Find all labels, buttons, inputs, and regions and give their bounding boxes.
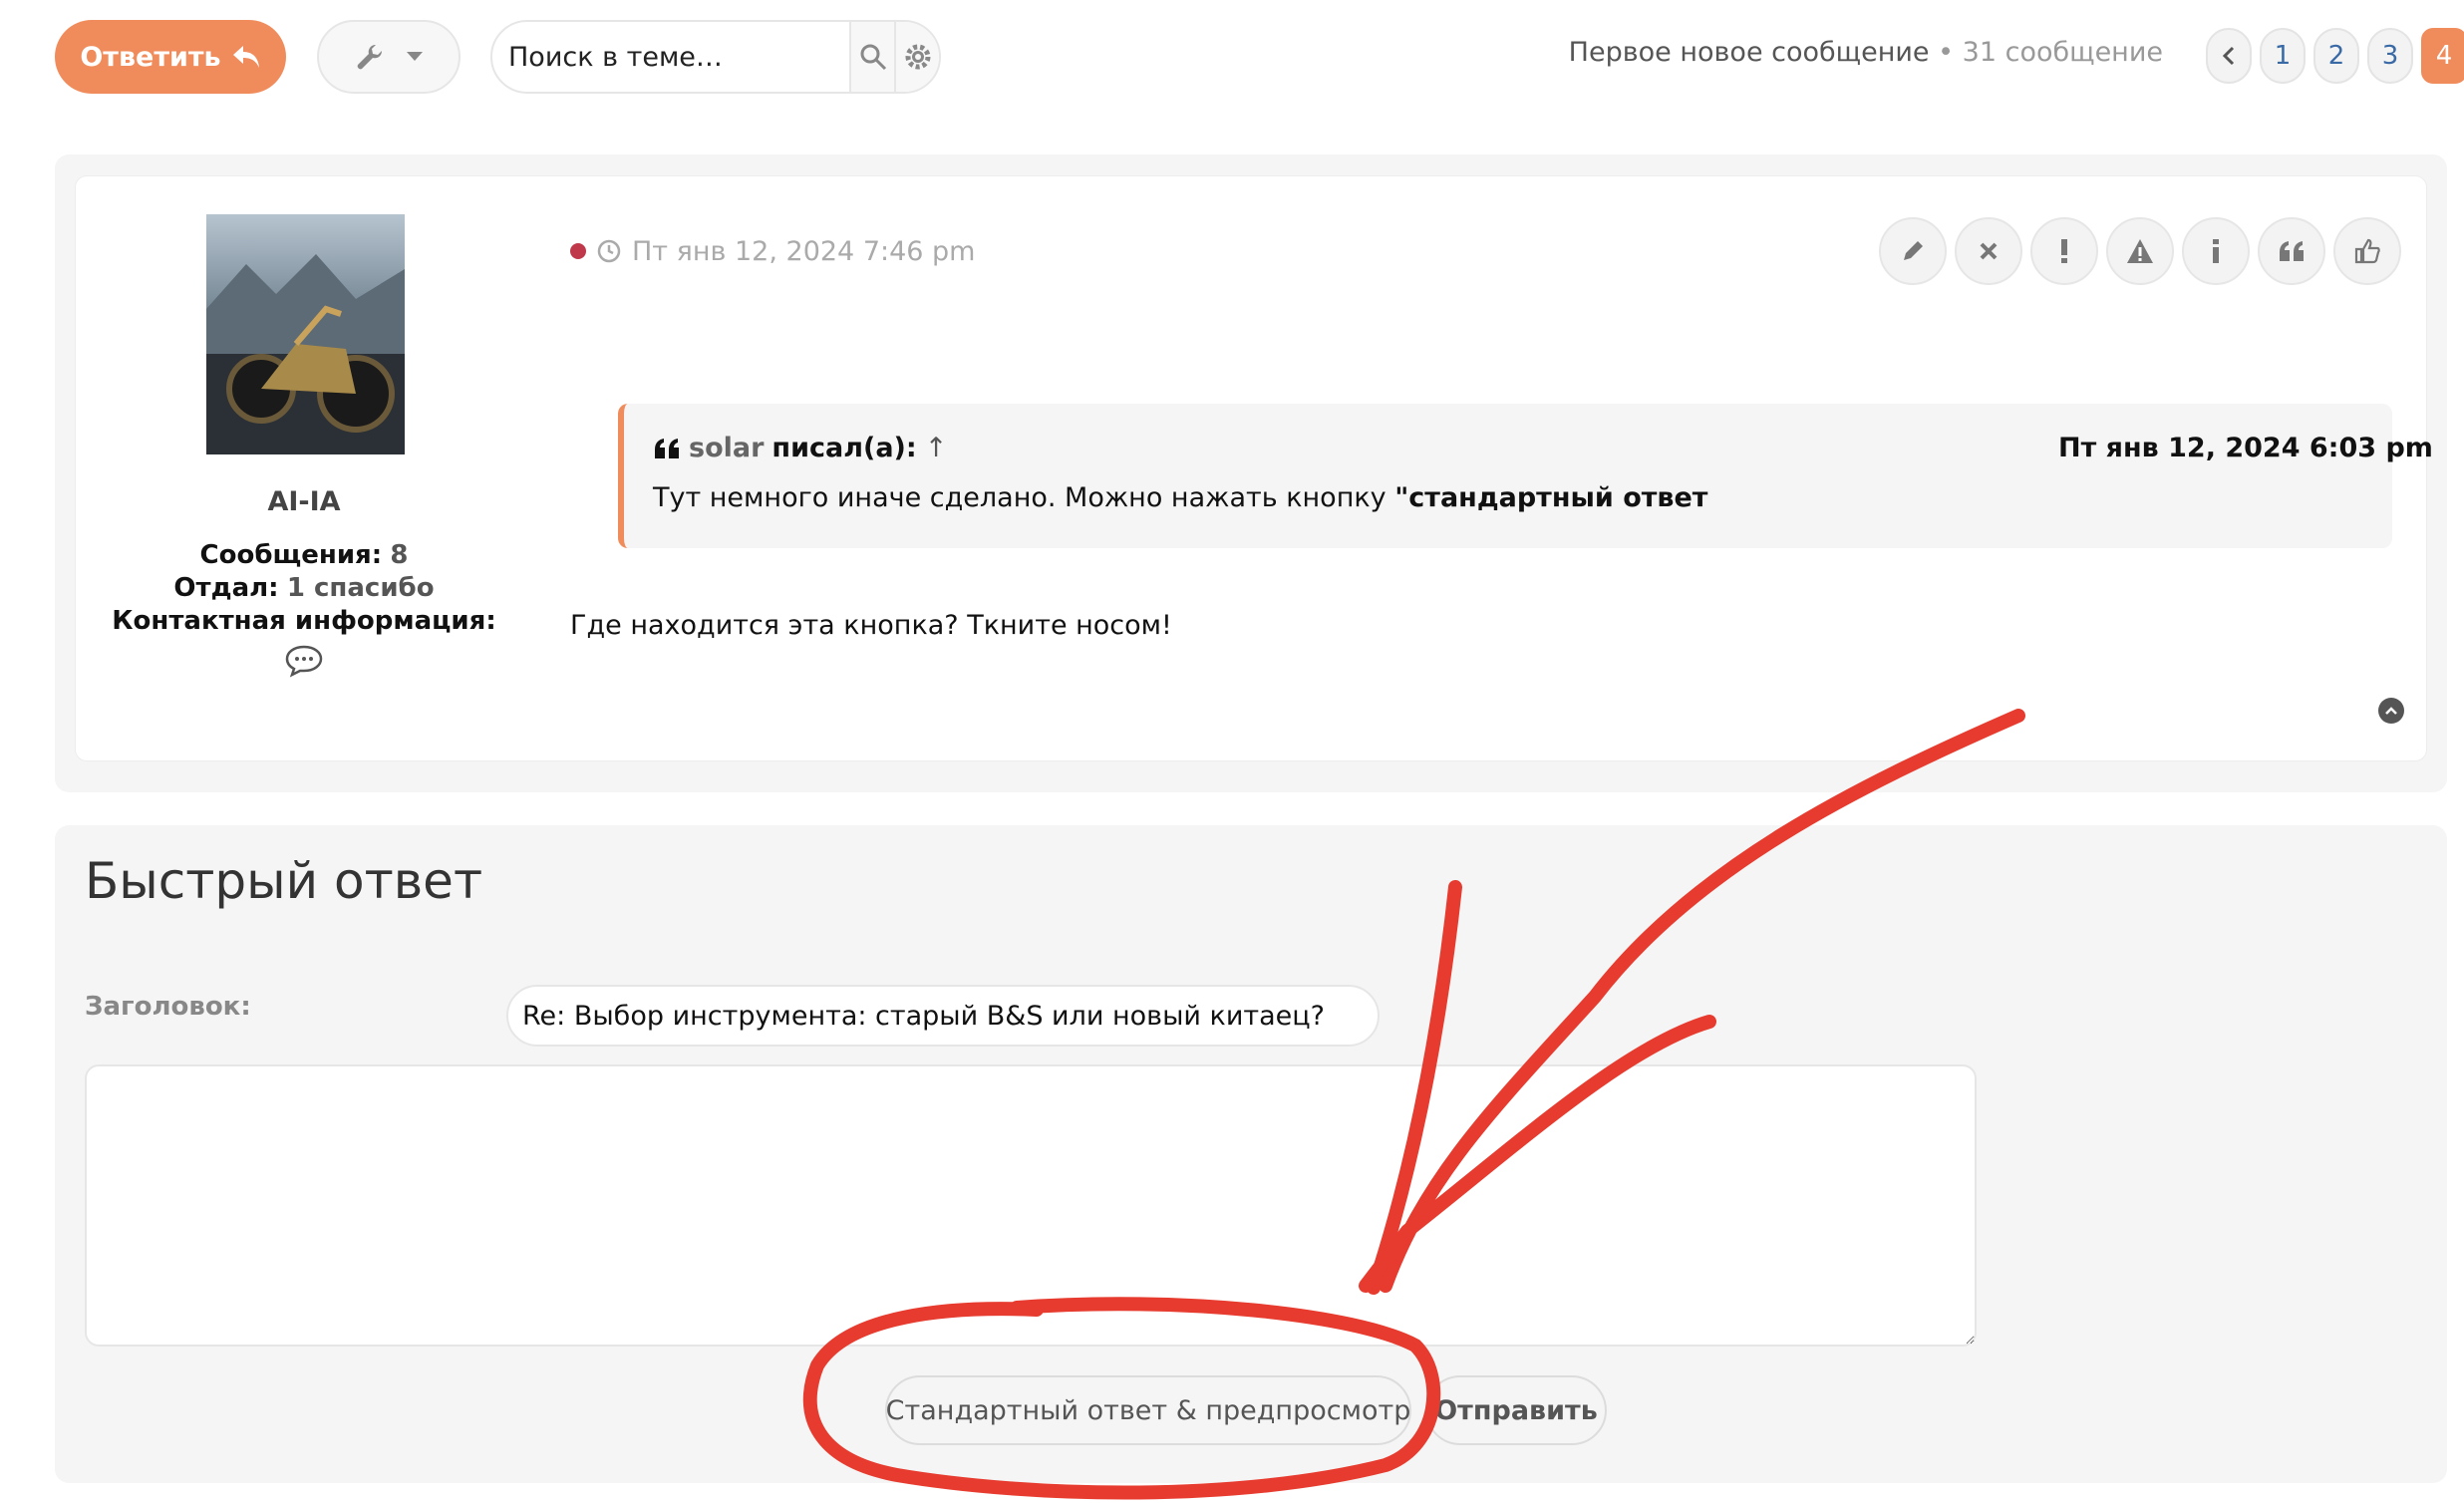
exclamation-icon xyxy=(2061,239,2067,263)
topic-info: Первое новое сообщение • 31 сообщение xyxy=(1535,30,2163,76)
delete-button[interactable] xyxy=(1955,217,2022,285)
thumbs-up-icon xyxy=(2354,238,2380,264)
clock-icon xyxy=(597,239,621,263)
gear-icon xyxy=(905,44,930,70)
quote-text-plain: Тут немного иначе сделано. Можно нажать … xyxy=(653,482,1395,513)
topic-tools-button[interactable] xyxy=(317,20,461,94)
back-to-top-icon[interactable] xyxy=(2378,698,2404,724)
search-icon xyxy=(860,44,886,71)
full-editor-preview-button[interactable]: Стандартный ответ & предпросмотр xyxy=(885,1375,1411,1445)
page-3-link[interactable]: 3 xyxy=(2367,28,2413,84)
pagination: 1 2 3 4 xyxy=(2206,28,2464,84)
chevron-left-icon xyxy=(2222,46,2235,66)
contact-label: Контактная информация: xyxy=(112,606,496,636)
thanks-label: Отдал: xyxy=(173,573,279,603)
quote-text: Тут немного иначе сделано. Можно нажать … xyxy=(653,482,1707,513)
post-body: Где находится эта кнопка? Ткните носом! xyxy=(570,610,1172,641)
page-1-link[interactable]: 1 xyxy=(2260,28,2306,84)
post-actions xyxy=(1879,217,2401,285)
posts-label: Сообщения: xyxy=(199,540,383,570)
previous-page-button[interactable] xyxy=(2206,28,2252,84)
quote-header: solar писал(а): ↑ xyxy=(653,433,947,463)
pencil-icon xyxy=(1904,241,1923,260)
submit-button[interactable]: Отправить xyxy=(1425,1375,1607,1445)
quote-author-link[interactable]: solar xyxy=(689,433,764,463)
quote-block xyxy=(618,404,2392,548)
report-button[interactable] xyxy=(2030,217,2098,285)
warning-icon xyxy=(2127,239,2153,263)
wrench-icon xyxy=(357,44,383,70)
thanks-button[interactable] xyxy=(2333,217,2401,285)
quote-text-bold: "стандартный ответ xyxy=(1394,482,1708,513)
topic-search xyxy=(490,20,941,94)
first-unread-link[interactable]: Первое новое сообщение xyxy=(1569,37,1930,68)
reply-button[interactable]: Ответить xyxy=(55,20,286,94)
author-profile: Сообщения: 8 Отдал: 1 спасибо Контактная… xyxy=(100,539,508,638)
caret-down-icon xyxy=(407,52,423,61)
quick-reply-title: Быстрый ответ xyxy=(85,852,483,910)
search-input[interactable] xyxy=(492,22,849,92)
chat-bubble-icon[interactable] xyxy=(284,644,324,678)
edit-button[interactable] xyxy=(1879,217,1947,285)
post-meta: Пт янв 12, 2024 7:46 pm xyxy=(570,233,975,269)
quote-marks-icon xyxy=(655,438,679,458)
reply-button-label: Ответить xyxy=(80,41,221,73)
warn-button[interactable] xyxy=(2106,217,2174,285)
current-page: 4 xyxy=(2421,28,2464,84)
quote-source-link[interactable]: ↑ xyxy=(925,433,948,463)
subject-label: Заголовок: xyxy=(85,992,251,1022)
info-button[interactable] xyxy=(2182,217,2250,285)
subject-input[interactable] xyxy=(506,985,1380,1047)
separator: • xyxy=(1938,37,1955,68)
close-icon xyxy=(1980,242,1998,260)
quote-button[interactable] xyxy=(2258,217,2325,285)
motorcycle-avatar-image xyxy=(206,254,405,454)
page-2-link[interactable]: 2 xyxy=(2313,28,2359,84)
message-textarea[interactable] xyxy=(85,1064,1977,1347)
thanks-link[interactable]: 1 спасибо xyxy=(287,573,435,603)
quote-wrote-label: писал(а): xyxy=(771,433,917,463)
quote-date: Пт янв 12, 2024 6:03 pm xyxy=(2058,433,2433,463)
search-button[interactable] xyxy=(849,22,894,92)
advanced-search-button[interactable] xyxy=(894,22,939,92)
post-author-name[interactable]: AI-IA xyxy=(159,486,449,517)
reply-arrow-icon xyxy=(232,46,259,68)
post-datetime[interactable]: Пт янв 12, 2024 7:46 pm xyxy=(632,236,975,267)
avatar[interactable] xyxy=(206,214,405,454)
posts-count-link[interactable]: 8 xyxy=(390,540,408,570)
online-status-icon xyxy=(570,243,586,259)
info-icon xyxy=(2213,239,2219,263)
post-count: 31 сообщение xyxy=(1962,37,2163,68)
quote-icon xyxy=(2280,241,2304,261)
